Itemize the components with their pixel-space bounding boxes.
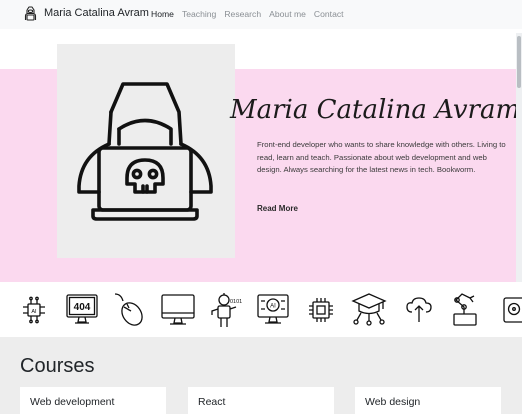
- cloud-upload-icon: [406, 297, 432, 322]
- graduation-cap-network-icon: [351, 293, 387, 326]
- course-card-web-design[interactable]: Web design: [355, 387, 501, 414]
- nav-link-research[interactable]: Research: [224, 8, 261, 20]
- hero-description: Front-end developer who wants to share k…: [257, 140, 506, 174]
- hard-drive-icon: [503, 297, 522, 323]
- cpu-chip-icon: [309, 298, 333, 322]
- course-title: React: [198, 396, 226, 408]
- brand-name: Maria Catalina Avram: [44, 7, 149, 19]
- ai-monitor-icon: AI: [257, 294, 289, 324]
- brand[interactable]: Maria Catalina Avram: [22, 5, 149, 22]
- computer-mouse-icon: [114, 293, 143, 326]
- robot-binary-icon: 0101: [211, 293, 242, 327]
- course-card-react[interactable]: React: [188, 387, 334, 414]
- course-card-web-development[interactable]: Web development: [20, 387, 166, 414]
- svg-text:AI: AI: [31, 309, 37, 315]
- svg-text:AI: AI: [270, 304, 276, 310]
- hero-title: Maria Catalina Avram: [230, 95, 521, 125]
- hero-image: [57, 44, 235, 258]
- course-title: Web design: [365, 396, 421, 408]
- hacker-logo-icon: [24, 6, 37, 21]
- nav-link-about-me[interactable]: About me: [269, 8, 306, 20]
- ai-chip-icon: AI: [23, 296, 45, 324]
- svg-text:404: 404: [74, 302, 91, 313]
- main-nav: Home Teaching Research About me Contact: [151, 8, 352, 20]
- robot-arm-icon: [453, 293, 477, 326]
- read-more-link[interactable]: Read More: [257, 203, 298, 215]
- courses-section: Courses Web development React Web design: [0, 337, 522, 414]
- nav-link-contact[interactable]: Contact: [314, 8, 344, 20]
- 404-monitor-icon: 404: [66, 294, 98, 324]
- course-title: Web development: [30, 396, 115, 408]
- nav-link-home[interactable]: Home: [151, 8, 174, 20]
- navbar: Maria Catalina Avram Home Teaching Resea…: [0, 0, 522, 29]
- nav-link-teaching[interactable]: Teaching: [182, 8, 216, 20]
- scrollbar-thumb[interactable]: [517, 36, 521, 88]
- courses-heading: Courses: [20, 355, 95, 377]
- desktop-monitor-icon: [161, 294, 195, 325]
- svg-text:0101: 0101: [230, 299, 242, 305]
- tech-icons-strip: AI 404 0101 AI: [0, 282, 522, 337]
- hooded-hacker-icon: [77, 82, 213, 221]
